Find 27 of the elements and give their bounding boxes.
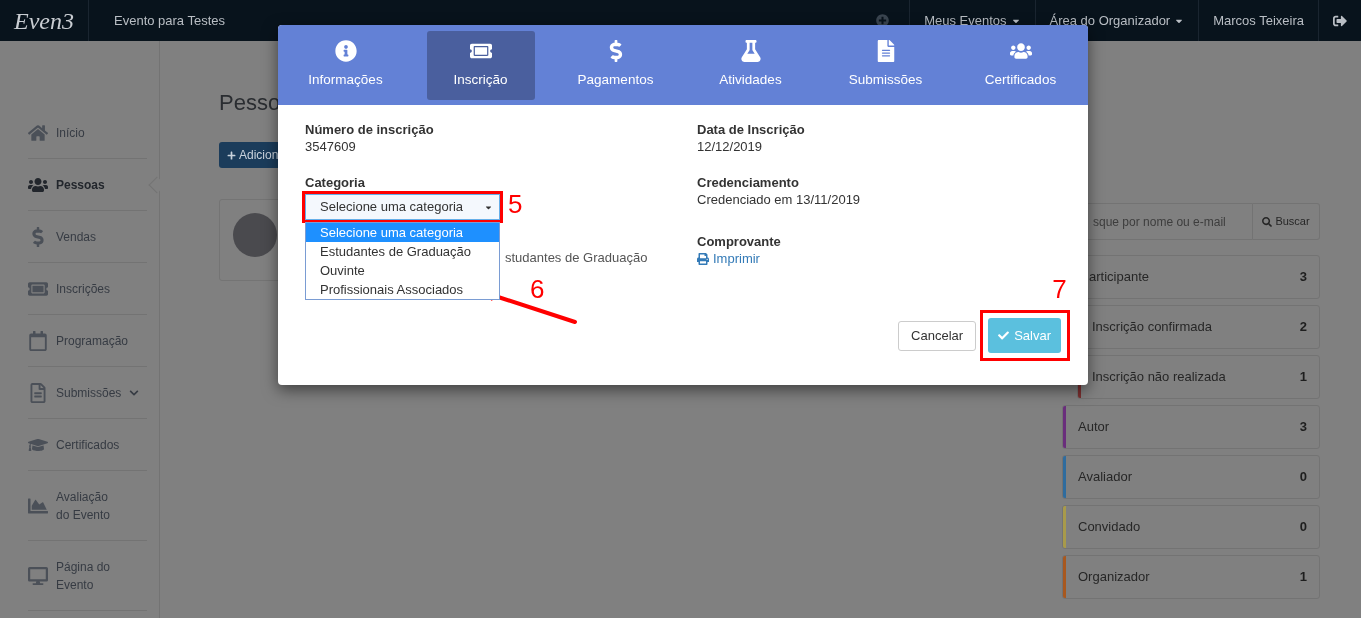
filter-label: Inscrição confirmada bbox=[1092, 318, 1212, 337]
filter-label: Inscrição não realizada bbox=[1092, 368, 1226, 387]
annotation-number: 6 bbox=[530, 273, 545, 305]
filter-label: Organizador bbox=[1078, 568, 1150, 587]
filter-label: Autor bbox=[1078, 418, 1110, 437]
field-value: 12/12/2019 bbox=[697, 138, 764, 155]
event-name: Evento para Testes bbox=[114, 11, 226, 30]
filter-count: 1 bbox=[1299, 368, 1307, 387]
field-label: Data de Inscrição bbox=[697, 121, 806, 138]
filter-count: 0 bbox=[1299, 518, 1307, 537]
field-label: Número de inscrição bbox=[305, 121, 435, 138]
field-label: Comprovante bbox=[697, 233, 782, 250]
filter-count: 1 bbox=[1299, 568, 1307, 587]
filter-count: 3 bbox=[1299, 268, 1307, 287]
field-label: Categoria bbox=[305, 174, 366, 191]
annotation-number: 5 bbox=[508, 188, 523, 220]
filter-label: Convidado bbox=[1078, 518, 1141, 537]
current-category: studantes de Graduação bbox=[505, 249, 648, 266]
filter-label: Avaliador bbox=[1078, 468, 1132, 487]
filter-count: 3 bbox=[1299, 418, 1307, 437]
field-value: 3547609 bbox=[305, 138, 357, 155]
page-title: Pesso bbox=[219, 89, 281, 117]
field-label: Credenciamento bbox=[697, 174, 800, 191]
filter-count: 0 bbox=[1299, 468, 1307, 487]
filter-count: 2 bbox=[1299, 318, 1307, 337]
filter-label: articipante bbox=[1089, 268, 1149, 287]
field-value: Credenciado em 13/11/2019 bbox=[697, 191, 862, 208]
